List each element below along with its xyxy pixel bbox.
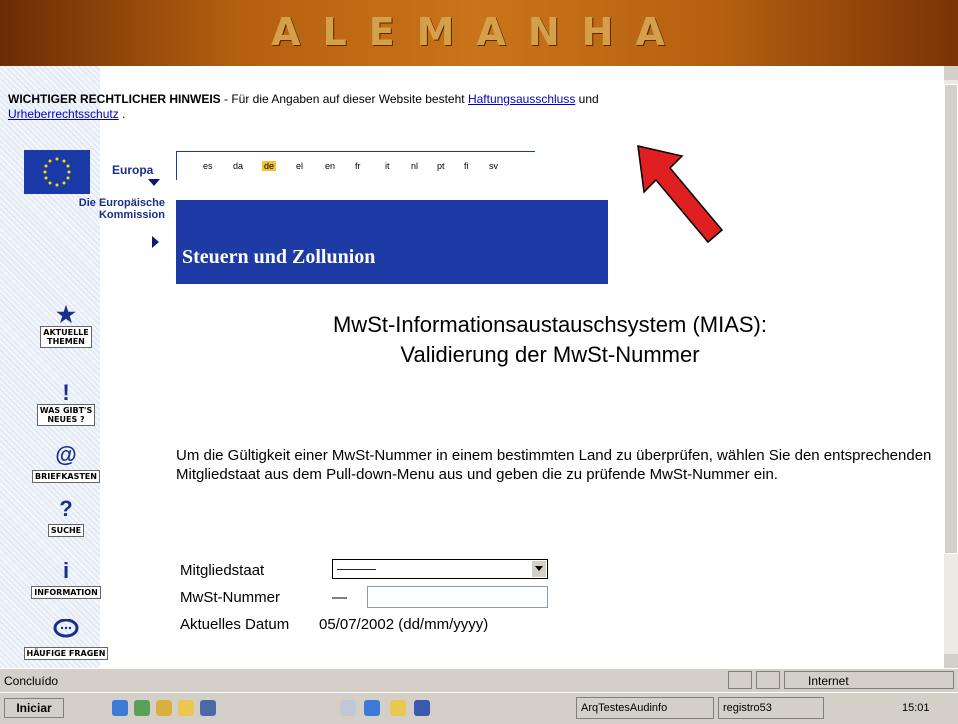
lang-en[interactable]: en: [323, 161, 337, 171]
banner-title: ALEMANHA: [271, 10, 687, 54]
window-icon[interactable]: [340, 700, 356, 716]
clock: 15:01: [902, 702, 930, 714]
date-value: 05/07/2002 (dd/mm/yyyy): [319, 616, 489, 633]
triangle-down-icon: [148, 179, 160, 186]
lang-fr[interactable]: fr: [353, 161, 363, 171]
sidebar-item-was-gibts-neues[interactable]: ! WAS GIBT'S NEUES ?: [20, 382, 112, 427]
question-icon: ?: [59, 496, 73, 521]
start-button[interactable]: Iniciar: [4, 698, 64, 718]
star-icon: ★: [56, 302, 76, 327]
quicklaunch-icon[interactable]: [200, 700, 216, 716]
lang-sv[interactable]: sv: [487, 161, 500, 171]
vat-row: MwSt-Nummer —: [180, 586, 548, 608]
sidebar-label: BRIEFKASTEN: [32, 470, 100, 483]
speech-bubble-icon: [20, 618, 112, 643]
copyright-link[interactable]: Urheberrechtsschutz: [8, 107, 119, 121]
vertical-scrollbar[interactable]: [944, 66, 958, 668]
lang-it[interactable]: it: [383, 161, 392, 171]
vat-label: MwSt-Nummer: [180, 589, 280, 606]
vat-number-input[interactable]: [367, 586, 548, 608]
lang-de[interactable]: de: [262, 161, 277, 171]
at-icon: @: [55, 442, 77, 467]
commission-line-1: Die Europäische: [78, 197, 165, 209]
section-banner: Steuern und Zollunion: [176, 200, 608, 284]
section-title: Steuern und Zollunion: [182, 246, 376, 268]
exclamation-icon: !: [62, 380, 70, 405]
triangle-right-icon: [152, 236, 159, 248]
red-arrow-icon: [637, 145, 724, 244]
sidebar-item-suche[interactable]: ? SUCHE: [20, 498, 112, 538]
sidebar-label: SUCHE: [47, 524, 85, 537]
member-state-select[interactable]: ———: [332, 559, 548, 579]
sidebar-item-information[interactable]: i INFORMATION: [20, 560, 112, 600]
legal-notice-title: WICHTIGER RECHTLICHER HINWEIS: [8, 92, 221, 106]
intro-text: Um die Gültigkeit einer MwSt-Nummer in e…: [176, 447, 932, 483]
page-title: MwSt-Informationsaustauschsystem (MIAS):…: [190, 310, 910, 370]
status-segment: [728, 671, 752, 689]
internet-explorer-icon[interactable]: [112, 700, 128, 716]
quicklaunch-icon[interactable]: [134, 700, 150, 716]
country-banner: ALEMANHA: [0, 0, 958, 66]
date-row: Aktuelles Datum 05/07/2002 (dd/mm/yyyy): [180, 616, 488, 633]
lang-nl[interactable]: nl: [409, 161, 420, 171]
sidebar-item-aktuelle-themen[interactable]: ★ AKTUELLE THEMEN: [20, 304, 112, 349]
lang-da[interactable]: da: [231, 161, 245, 171]
legal-notice: WICHTIGER RECHTLICHER HINWEIS - Für die …: [8, 92, 908, 122]
legal-notice-text: - Für die Angaben auf dieser Website bes…: [220, 92, 468, 106]
sidebar-label: INFORMATION: [31, 586, 101, 599]
folder-icon[interactable]: [178, 700, 194, 716]
scroll-thumb[interactable]: [944, 84, 958, 554]
scroll-up-button[interactable]: [944, 66, 958, 80]
commission-line-2: Kommission: [98, 209, 165, 221]
vat-prefix: —: [332, 589, 347, 606]
eu-flag-icon[interactable]: [24, 150, 90, 194]
dropdown-arrow-icon[interactable]: [531, 561, 546, 577]
lang-el[interactable]: el: [294, 161, 305, 171]
lang-fi[interactable]: fi: [462, 161, 471, 171]
word-icon[interactable]: [414, 700, 430, 716]
sidebar-label: HÄUFIGE FRAGEN: [23, 647, 109, 660]
status-segment: [756, 671, 780, 689]
page-title-line-1: MwSt-Informationsaustauschsystem (MIAS):: [332, 312, 767, 337]
taskbar: Iniciar ArqTestesAudinfo registro53 15:0…: [0, 692, 958, 724]
status-text: Concluído: [4, 674, 59, 688]
sidebar-item-haeufige-fragen[interactable]: HÄUFIGE FRAGEN: [20, 618, 112, 661]
member-state-value: ———: [337, 561, 376, 576]
disclaimer-link[interactable]: Haftungsausschluss: [468, 92, 575, 106]
member-state-label: Mitgliedstaat: [180, 562, 265, 579]
legal-end: .: [118, 107, 126, 121]
lang-pt[interactable]: pt: [435, 161, 447, 171]
folder-icon[interactable]: [390, 700, 406, 716]
internet-explorer-icon[interactable]: [364, 700, 380, 716]
task-arqtestes[interactable]: ArqTestesAudinfo: [576, 697, 714, 719]
sidebar-item-briefkasten[interactable]: @ BRIEFKASTEN: [20, 444, 112, 484]
language-bar: es da de el en fr it nl pt fi sv: [176, 151, 535, 180]
page-title-line-2: Validierung der MwSt-Nummer: [400, 342, 700, 367]
date-label: Aktuelles Datum: [180, 616, 290, 633]
europa-link[interactable]: Europa: [112, 163, 153, 177]
status-bar: Concluído Internet: [0, 668, 958, 693]
task-registro53[interactable]: registro53: [718, 697, 824, 719]
page-content: WICHTIGER RECHTLICHER HINWEIS - Für die …: [0, 66, 944, 668]
legal-and: und: [575, 92, 599, 106]
sidebar-label: WAS GIBT'S NEUES ?: [36, 404, 96, 426]
member-state-row: Mitgliedstaat ———: [180, 559, 548, 579]
sidebar-label: AKTUELLE THEMEN: [40, 326, 92, 348]
quicklaunch-icon[interactable]: [156, 700, 172, 716]
lang-es[interactable]: es: [201, 161, 215, 171]
info-icon: i: [62, 558, 70, 583]
scroll-down-button[interactable]: [944, 654, 958, 668]
commission-link[interactable]: Die Europäische Kommission: [50, 197, 165, 221]
internet-zone-text: Internet: [808, 674, 849, 688]
